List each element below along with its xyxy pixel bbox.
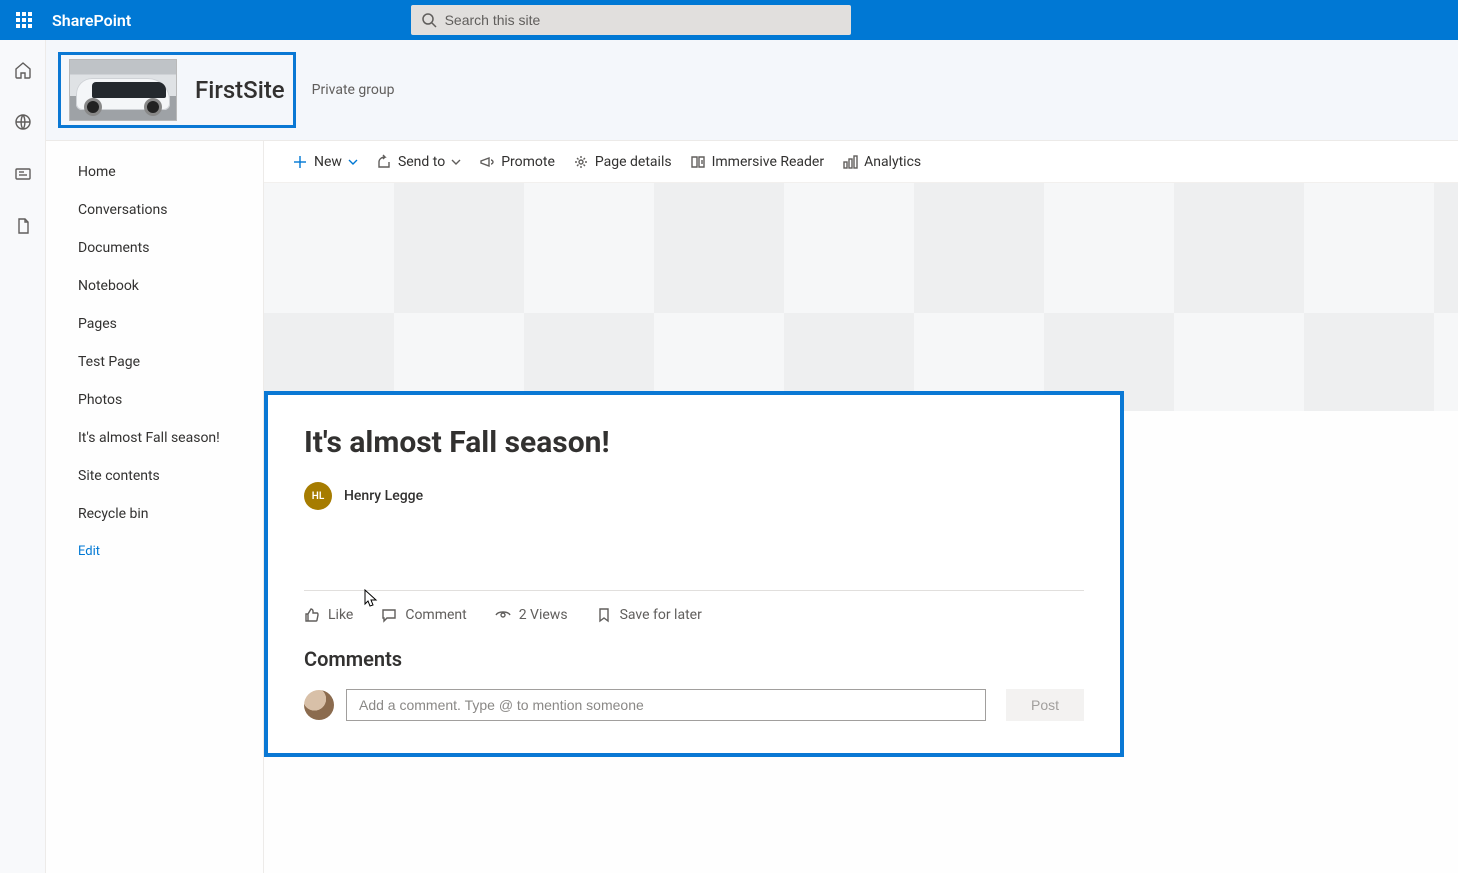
comments-heading: Comments [304,647,1084,671]
promote-label: Promote [501,154,555,170]
book-audio-icon [690,154,706,170]
search-icon [421,12,437,28]
site-logo-frame[interactable]: FirstSite [58,52,296,128]
chevron-down-icon [348,157,358,167]
search-box[interactable] [411,5,851,35]
comment-input[interactable] [346,689,986,721]
save-button[interactable]: Save for later [596,607,702,623]
article-card: It's almost Fall season! HL Henry Legge … [264,391,1124,757]
sidebar-item-testpage[interactable]: Test Page [46,343,263,381]
like-icon [304,607,320,623]
comment-icon [381,607,397,623]
send-to-button[interactable]: Send to [376,154,461,170]
app-rail [0,40,46,873]
comment-button[interactable]: Comment [381,607,466,623]
page-hero [264,183,1458,411]
analytics-label: Analytics [864,154,921,170]
views-label: 2 Views [519,607,568,623]
site-privacy: Private group [312,82,395,98]
command-bar: New Send to Promote Page details [264,141,1458,183]
sidebar-item-photos[interactable]: Photos [46,381,263,419]
analytics-button[interactable]: Analytics [842,154,921,170]
news-icon[interactable] [13,164,33,188]
author-row: HL Henry Legge [304,482,1084,510]
send-to-label: Send to [398,154,445,170]
author-avatar[interactable]: HL [304,482,332,510]
eye-icon [495,607,511,623]
sidebar-item-recycle[interactable]: Recycle bin [46,495,263,533]
gear-icon [573,154,589,170]
sidebar-item-pages[interactable]: Pages [46,305,263,343]
sidebar-edit-link[interactable]: Edit [46,533,263,570]
like-label: Like [328,607,353,623]
app-launcher-icon[interactable] [8,4,40,36]
sidebar-item-notebook[interactable]: Notebook [46,267,263,305]
article-title: It's almost Fall season! [304,425,1084,460]
side-nav: Home Conversations Documents Notebook Pa… [46,141,264,873]
sidebar-item-fall[interactable]: It's almost Fall season! [46,419,263,457]
comment-label: Comment [405,607,466,623]
like-button[interactable]: Like [304,607,353,623]
author-name[interactable]: Henry Legge [344,488,423,504]
search-input[interactable] [445,12,841,28]
new-button[interactable]: New [292,154,358,170]
sidebar-item-conversations[interactable]: Conversations [46,191,263,229]
chevron-down-icon [451,157,461,167]
site-logo [69,59,177,121]
globe-icon[interactable] [13,112,33,136]
share-icon [376,154,392,170]
site-title[interactable]: FirstSite [195,76,285,104]
plus-icon [292,154,308,170]
divider [304,590,1084,591]
sidebar-item-contents[interactable]: Site contents [46,457,263,495]
new-label: New [314,154,342,170]
home-icon[interactable] [13,60,33,84]
megaphone-icon [479,154,495,170]
page-details-label: Page details [595,154,672,170]
promote-button[interactable]: Promote [479,154,555,170]
page-details-button[interactable]: Page details [573,154,672,170]
chart-icon [842,154,858,170]
article-actions: Like Comment 2 Views Save for later [304,607,1084,623]
views-indicator: 2 Views [495,607,568,623]
immersive-label: Immersive Reader [712,154,824,170]
immersive-reader-button[interactable]: Immersive Reader [690,154,824,170]
product-name[interactable]: SharePoint [52,11,131,30]
comment-compose: Post [304,689,1084,721]
suite-bar: SharePoint [0,0,1458,40]
files-icon[interactable] [13,216,33,240]
save-label: Save for later [620,607,702,623]
post-button[interactable]: Post [1006,689,1084,721]
site-header: FirstSite Private group [46,40,1458,141]
sidebar-item-home[interactable]: Home [46,153,263,191]
current-user-avatar [304,690,334,720]
bookmark-icon [596,607,612,623]
sidebar-item-documents[interactable]: Documents [46,229,263,267]
